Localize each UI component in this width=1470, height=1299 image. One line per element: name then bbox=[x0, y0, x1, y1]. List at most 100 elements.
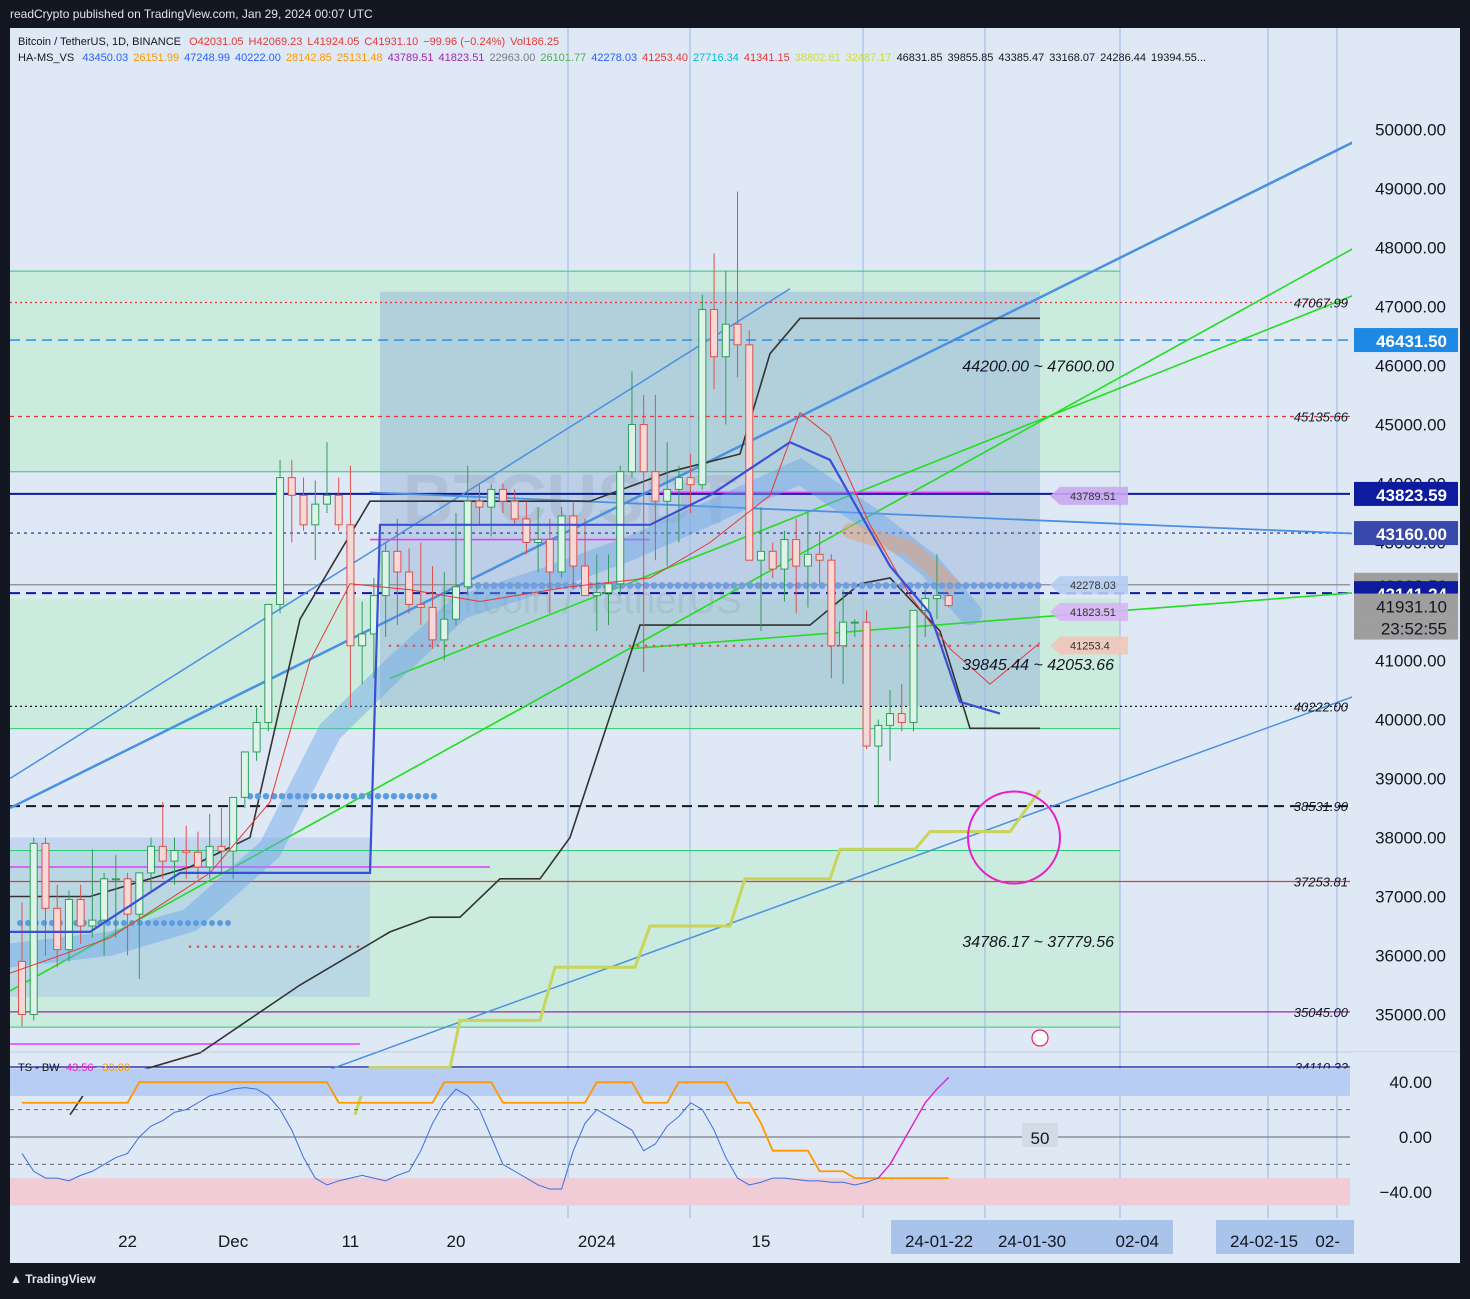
dot-level-c-28 bbox=[690, 582, 698, 589]
dot-level-a-13 bbox=[350, 793, 358, 800]
candle-body-27 bbox=[334, 494, 343, 526]
legend-indicator-value-9: 26101.77 bbox=[540, 52, 587, 64]
dot-level-c-26 bbox=[674, 582, 682, 589]
dot-level-c-1 bbox=[474, 582, 482, 589]
dot-level-c-40 bbox=[786, 582, 794, 589]
candle-body-25 bbox=[311, 503, 320, 526]
candle-body-64 bbox=[768, 550, 777, 570]
candle-body-11 bbox=[147, 845, 156, 874]
dot-level-d-3 bbox=[212, 945, 216, 948]
candle-body-58 bbox=[698, 308, 707, 486]
dot-level-a-23 bbox=[430, 793, 438, 800]
dot-level-a-19 bbox=[398, 793, 406, 800]
legend-ohlc: O42031.05 H42069.23 L41924.05 C41931.10 −99.… bbox=[189, 36, 564, 48]
dot-level-e-18 bbox=[532, 644, 536, 648]
candle-body-28 bbox=[346, 524, 355, 647]
osc-bw-line bbox=[22, 1081, 949, 1179]
dot-level-d-17 bbox=[324, 945, 328, 948]
dot-level-c-29 bbox=[698, 582, 706, 589]
legend-indicator-name[interactable]: HA-MS_VS bbox=[18, 52, 74, 64]
candle-body-59 bbox=[710, 308, 719, 358]
candle-body-75 bbox=[897, 713, 906, 723]
candle-body-38 bbox=[463, 500, 472, 588]
inline-tag-3: 41253.4 bbox=[1050, 636, 1128, 655]
dot-level-c-24 bbox=[658, 582, 666, 589]
dot-level-d-6 bbox=[236, 945, 240, 948]
price-label-3: 38531.90 bbox=[1294, 799, 1349, 814]
candle-72 bbox=[862, 610, 871, 749]
legend-indicator-value-5: 25131.48 bbox=[336, 52, 383, 64]
dot-level-e-14 bbox=[500, 644, 504, 648]
dot-level-a-7 bbox=[302, 793, 310, 800]
dot-level-c-32 bbox=[722, 582, 730, 589]
candle-body-20 bbox=[252, 721, 261, 753]
candle-body-51 bbox=[616, 471, 625, 585]
dot-level-e-9 bbox=[460, 644, 464, 648]
dot-level-e-46 bbox=[756, 644, 760, 648]
candle-body-36 bbox=[440, 618, 449, 641]
inline-tag-text-0: 43789.51 bbox=[1070, 491, 1116, 503]
published-text: readCrypto published on TradingView.com,… bbox=[10, 7, 373, 21]
legend-indicator-value-17: 39855.85 bbox=[947, 52, 994, 64]
chart-svg[interactable]: BTCUSDTBitcoin / TetherUS47067.9945135.6… bbox=[10, 28, 1460, 1263]
price-label-5: 35045.00 bbox=[1294, 1005, 1349, 1020]
dot-level-b-21 bbox=[185, 920, 191, 927]
dot-level-e-58 bbox=[852, 644, 856, 648]
dot-level-e-6 bbox=[436, 644, 440, 648]
candle-73 bbox=[874, 719, 883, 806]
legend-symbol[interactable]: Bitcoin / TetherUS, 1D, BINANCE bbox=[18, 36, 181, 48]
candle-body-78 bbox=[932, 595, 941, 600]
dot-level-d-21 bbox=[356, 945, 360, 948]
dot-level-e-80 bbox=[1028, 644, 1032, 648]
dot-level-e-32 bbox=[644, 644, 648, 648]
dot-level-e-67 bbox=[924, 644, 928, 648]
dot-level-e-79 bbox=[1020, 644, 1024, 648]
dot-level-e-78 bbox=[1012, 644, 1016, 648]
y-tick-11: 45000.00 bbox=[1375, 416, 1446, 435]
legend-ohlc-value-0: O42031.05 bbox=[189, 36, 244, 48]
dot-level-e-42 bbox=[724, 644, 728, 648]
legend-indicator-value-13: 41341.15 bbox=[743, 52, 790, 64]
legend-ohlc-value-1: H42069.23 bbox=[248, 36, 303, 48]
dot-level-b-18 bbox=[161, 920, 167, 927]
dot-level-c-49 bbox=[858, 582, 866, 589]
x-date-1-1: 02- bbox=[1315, 1232, 1340, 1251]
countdown-text: 23:52:55 bbox=[1381, 620, 1447, 639]
candle-body-49 bbox=[592, 592, 601, 597]
dot-level-d-1 bbox=[196, 945, 200, 948]
candle-62 bbox=[745, 330, 754, 561]
candle-body-68 bbox=[815, 553, 824, 561]
candle-body-1 bbox=[29, 842, 38, 1016]
dot-level-d-7 bbox=[244, 945, 248, 948]
candle-body-48 bbox=[581, 565, 590, 597]
footer-brand: TradingView bbox=[25, 1272, 96, 1286]
candle-76 bbox=[909, 609, 918, 732]
y-tick-6: 40000.00 bbox=[1375, 711, 1446, 730]
footer: ▲ TradingView bbox=[10, 1272, 96, 1286]
x-tick-1: Dec bbox=[218, 1232, 249, 1251]
dot-level-a-21 bbox=[414, 793, 422, 800]
candle-body-32 bbox=[393, 550, 402, 573]
dot-level-c-2 bbox=[482, 582, 490, 589]
dot-level-e-74 bbox=[980, 644, 984, 648]
dot-level-e-29 bbox=[620, 644, 624, 648]
x-tick-2: 11 bbox=[342, 1232, 360, 1251]
dot-level-c-60 bbox=[946, 582, 954, 589]
candle-body-10 bbox=[135, 872, 144, 915]
chart-frame[interactable]: BTCUSDT Bitcoin / TetherUS 47067.99 45135.6… bbox=[10, 28, 1460, 1263]
dot-level-e-17 bbox=[524, 644, 528, 648]
candle-58 bbox=[698, 294, 707, 490]
dot-level-d-20 bbox=[348, 945, 352, 948]
y-tick-12: 46000.00 bbox=[1375, 357, 1446, 376]
dot-level-b-22 bbox=[193, 920, 199, 927]
dot-level-e-16 bbox=[516, 644, 520, 648]
candle-body-26 bbox=[322, 494, 331, 505]
candle-body-61 bbox=[733, 323, 742, 346]
dot-level-c-23 bbox=[650, 582, 658, 589]
dot-level-c-64 bbox=[978, 582, 986, 589]
dot-level-d-9 bbox=[260, 945, 264, 948]
legend-indicator-value-20: 24286.44 bbox=[1100, 52, 1147, 64]
dot-level-e-19 bbox=[540, 644, 544, 648]
dot-level-d-4 bbox=[220, 945, 224, 948]
candle-body-12 bbox=[158, 845, 167, 862]
